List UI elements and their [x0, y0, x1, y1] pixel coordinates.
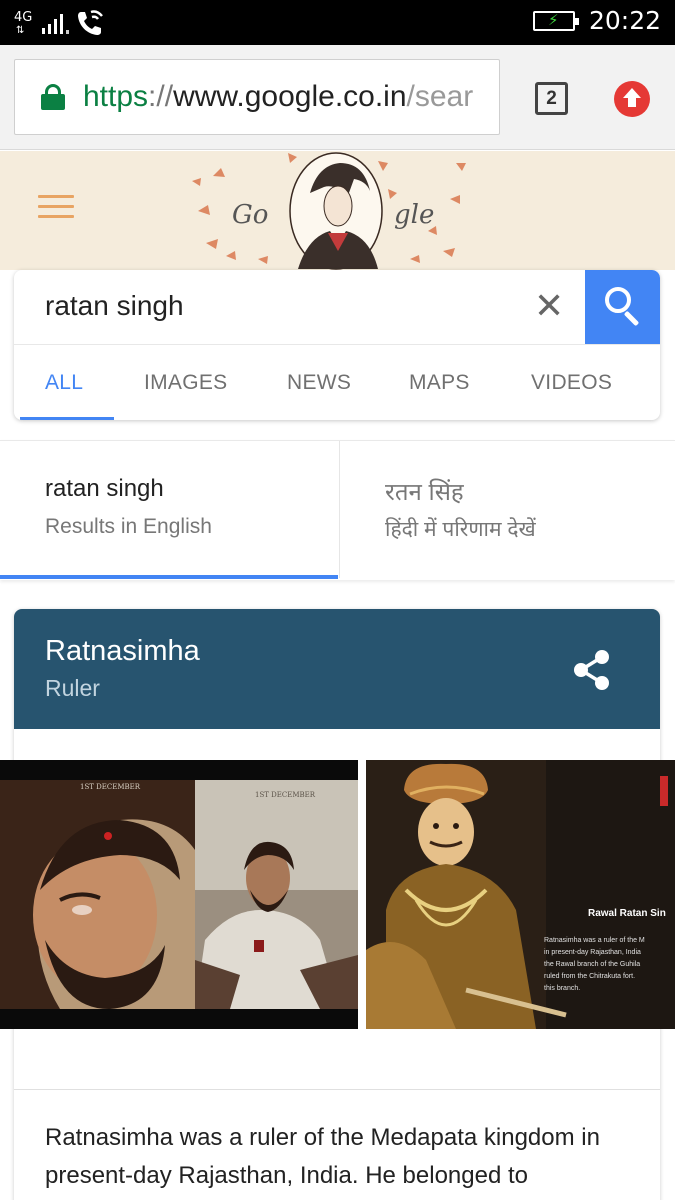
- entity-image-2[interactable]: Rawal Ratan Sin Ratnasimha was a ruler o…: [366, 760, 675, 1029]
- browser-toolbar: https://www.google.co.in/sear 2: [0, 45, 675, 150]
- share-icon[interactable]: [572, 649, 612, 691]
- language-option-subtitle: हिंदी में परिणाम देखें: [385, 518, 536, 541]
- entity-image-1[interactable]: 1ST DECEMBER 1ST DECEMBER: [0, 760, 358, 1029]
- svg-text:ruled from the Chitrakuta fort: ruled from the Chitrakuta fort.: [544, 973, 635, 980]
- url-separator: ://: [148, 80, 174, 113]
- svg-text:Ratnasimha was a ruler of the: Ratnasimha was a ruler of the M: [544, 937, 645, 944]
- svg-text:1ST DECEMBER: 1ST DECEMBER: [255, 791, 316, 799]
- network-type-label: 4G: [14, 10, 33, 25]
- url-host: www.google.co.in: [173, 80, 407, 113]
- clear-icon[interactable]: ✕: [534, 288, 564, 324]
- language-option-hindi[interactable]: रतन सिंह हिंदी में परिणाम देखें: [339, 441, 675, 578]
- doodle-header: Go gle: [0, 151, 675, 270]
- data-saver-icon[interactable]: [614, 81, 650, 117]
- tab-all[interactable]: ALL: [45, 371, 83, 395]
- status-left: 4G ⇅: [14, 8, 105, 38]
- address-bar[interactable]: https://www.google.co.in/sear: [14, 59, 500, 135]
- painting-image: Rawal Ratan Sin Ratnasimha was a ruler o…: [366, 760, 675, 1029]
- entity-title: Ratnasimha: [45, 635, 200, 667]
- entity-subtitle: Ruler: [45, 675, 100, 701]
- language-option-title: ratan singh: [45, 475, 164, 502]
- google-doodle[interactable]: Go gle: [188, 151, 488, 270]
- painting-caption-title: Rawal Ratan Sin: [588, 908, 666, 919]
- search-button[interactable]: [585, 270, 660, 344]
- svg-text:the Rawal branch of the Guhila: the Rawal branch of the Guhila: [544, 961, 640, 968]
- search-tabs: ALL IMAGES NEWS MAPS VIDEOS: [14, 344, 660, 420]
- knowledge-panel-header[interactable]: Ratnasimha Ruler: [14, 609, 660, 729]
- svg-text:this branch.: this branch.: [544, 985, 580, 992]
- svg-text:gle: gle: [394, 200, 434, 230]
- tab-news[interactable]: NEWS: [287, 371, 351, 395]
- url-text[interactable]: https://www.google.co.in/sear: [83, 80, 473, 114]
- tab-switcher-button[interactable]: 2: [535, 82, 568, 115]
- tab-videos[interactable]: VIDEOS: [531, 371, 612, 395]
- svg-text:1ST DECEMBER: 1ST DECEMBER: [80, 783, 141, 791]
- language-option-english[interactable]: ratan singh Results in English: [0, 441, 338, 578]
- tab-images[interactable]: IMAGES: [144, 371, 227, 395]
- battery-charging-icon: ⚡: [532, 10, 579, 31]
- status-bar: 4G ⇅ ⚡ 20:22: [0, 0, 675, 45]
- search-input[interactable]: ratan singh: [45, 290, 184, 322]
- menu-icon[interactable]: [38, 195, 74, 221]
- search-card: ratan singh ✕ ALL IMAGES NEWS MAPS VIDEO…: [14, 270, 660, 420]
- clock: 20:22: [588, 6, 661, 35]
- svg-text:in present-day Rajasthan, Indi: in present-day Rajasthan, India: [544, 949, 641, 956]
- entity-description: Ratnasimha was a ruler of the Medapata k…: [45, 1124, 600, 1189]
- selected-language-indicator: [0, 575, 338, 579]
- language-chooser: ratan singh Results in English रतन सिंह …: [0, 440, 675, 580]
- divider: [14, 1089, 660, 1090]
- url-scheme: https: [83, 80, 149, 113]
- poster-image: 1ST DECEMBER 1ST DECEMBER: [0, 760, 358, 1029]
- url-path: /sear: [406, 80, 474, 113]
- search-icon: [605, 287, 631, 313]
- data-arrows-icon: ⇅: [16, 25, 24, 36]
- language-option-subtitle: Results in English: [45, 515, 212, 538]
- active-tab-indicator: [20, 417, 114, 420]
- svg-text:Go: Go: [232, 200, 268, 230]
- tab-maps[interactable]: MAPS: [409, 371, 470, 395]
- network-type-indicator: 4G ⇅: [14, 9, 36, 37]
- signal-strength-icon: [42, 12, 69, 34]
- secure-lock-icon: [41, 84, 65, 110]
- language-option-title: रतन सिंह: [385, 479, 464, 506]
- status-right: ⚡ 20:22: [532, 6, 661, 35]
- wifi-calling-icon: [78, 10, 103, 35]
